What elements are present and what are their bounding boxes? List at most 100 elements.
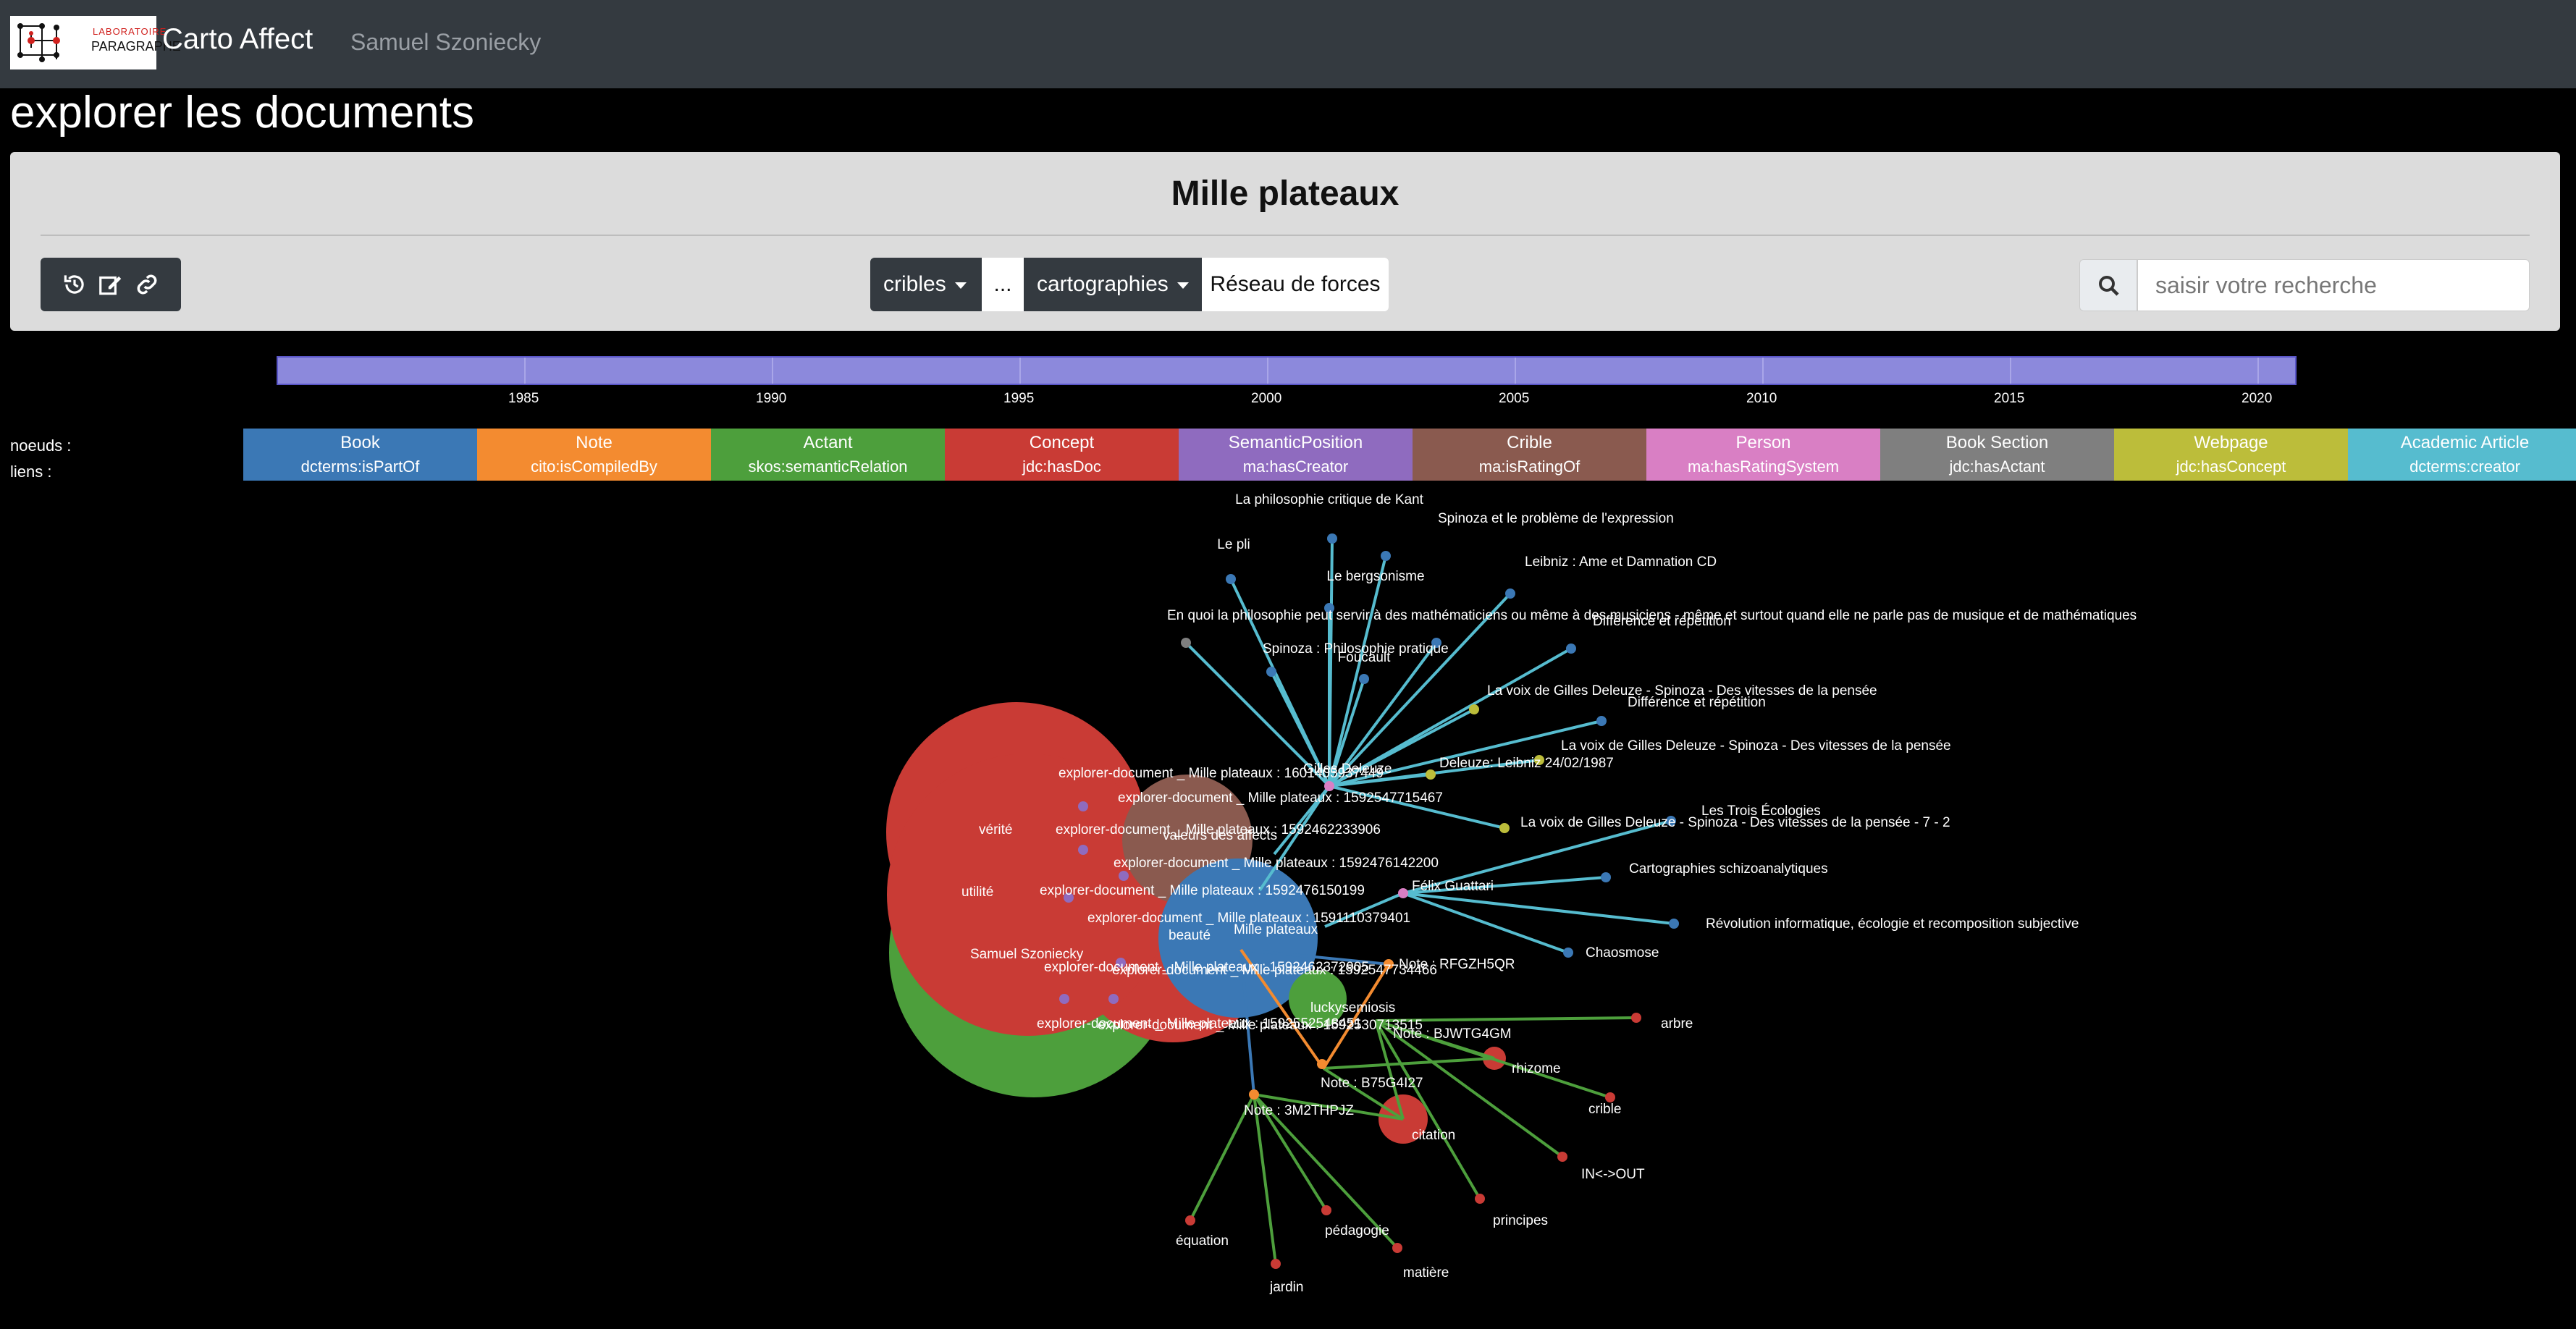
tick-line xyxy=(772,358,773,384)
legend-item[interactable]: SemanticPosition ma:hasCreator xyxy=(1179,429,1413,481)
graph-node[interactable] xyxy=(1605,1092,1615,1102)
timeline-tick-label: 1985 xyxy=(508,391,539,406)
legend-item[interactable]: Webpage jdc:hasConcept xyxy=(2114,429,2348,481)
graph-node[interactable] xyxy=(1631,1013,1641,1023)
graph-node-label: Foucault xyxy=(1338,650,1392,665)
edit-icon[interactable] xyxy=(97,271,125,298)
tick-line xyxy=(1019,358,1021,384)
graph-node[interactable] xyxy=(1499,823,1510,833)
search-input[interactable] xyxy=(2137,259,2530,311)
graph-node[interactable] xyxy=(1392,1243,1402,1253)
graph-node-label: beauté xyxy=(1169,928,1211,943)
graph-node-label: Note : 3M2THPJZ xyxy=(1244,1103,1354,1118)
legend-node-label: Person xyxy=(1735,433,1791,452)
graph-node[interactable] xyxy=(1359,674,1369,684)
graph-edge xyxy=(1323,1057,1495,1070)
graph-node[interactable] xyxy=(1601,872,1611,882)
logo[interactable]: LABORATOIRE PARAGRAPHE xyxy=(10,16,181,69)
graph-node[interactable] xyxy=(1557,1152,1567,1162)
graph-node-label: Les Trois Écologies xyxy=(1701,803,1821,819)
brand-name[interactable]: Carto Affect xyxy=(162,23,313,56)
graph-node-label: Deleuze: Leibniz 24/02/1987 xyxy=(1439,756,1614,771)
graph-edge xyxy=(1328,555,1387,787)
tick-line xyxy=(1762,358,1764,384)
cribles-dropdown[interactable]: cribles xyxy=(870,258,982,311)
graph-node[interactable] xyxy=(1321,1205,1331,1215)
graph-node[interactable] xyxy=(1469,704,1479,714)
graph-node-label: arbre xyxy=(1661,1016,1693,1031)
graph-node-label: La voix de Gilles Deleuze - Spinoza - De… xyxy=(1561,738,1951,754)
graph-node-label: Note : RFGZH5QR xyxy=(1399,957,1515,972)
timeline-brush[interactable] xyxy=(277,356,2297,385)
graph-node[interactable] xyxy=(1078,801,1088,811)
legend-link-label: dcterms:creator xyxy=(2409,457,2520,476)
legend-node-label: Crible xyxy=(1507,433,1552,452)
force-graph[interactable]: La philosophie critique de Kant Spinoza e… xyxy=(0,481,2576,1329)
graph-node-label: La philosophie critique de Kant xyxy=(1235,492,1424,507)
graph-node[interactable] xyxy=(1181,638,1191,648)
legend-item[interactable]: Crible ma:isRatingOf xyxy=(1413,429,1646,481)
graph-node[interactable] xyxy=(1317,1059,1327,1069)
graph-node-label: équation xyxy=(1176,1233,1229,1249)
graph-node[interactable] xyxy=(1398,888,1408,898)
graph-node[interactable] xyxy=(1078,845,1088,855)
graph-node-label: pédagogie xyxy=(1325,1223,1389,1239)
legend-link-label: ma:hasRatingSystem xyxy=(1687,457,1840,476)
caret-down-icon xyxy=(1177,282,1189,289)
graph-node-label: Révolution informatique, écologie et rec… xyxy=(1706,916,2079,932)
legend-link-label: cito:isCompiledBy xyxy=(531,457,657,476)
legend-item[interactable]: Note cito:isCompiledBy xyxy=(477,429,711,481)
graph-node-label: jardin xyxy=(1269,1280,1303,1295)
graph-node[interactable] xyxy=(1324,781,1334,791)
graph-node[interactable] xyxy=(1566,644,1576,654)
graph-node[interactable] xyxy=(1266,667,1276,677)
reseau-de-forces-button[interactable]: Réseau de forces xyxy=(1202,258,1389,311)
logo-text-top: LABORATOIRE xyxy=(93,26,167,37)
tick-line xyxy=(1267,358,1268,384)
toolbar-button-group xyxy=(41,258,181,311)
graph-node-label: Spinoza et le problème de l'expression xyxy=(1438,511,1674,526)
graph-node[interactable] xyxy=(1327,533,1337,544)
cartographies-label: cartographies xyxy=(1037,272,1169,296)
graph-node-label: citation xyxy=(1412,1128,1455,1143)
nav-user-link[interactable]: Samuel Szoniecky xyxy=(350,29,541,56)
history-icon[interactable] xyxy=(61,271,88,298)
graph-node-label: Mille plateaux xyxy=(1234,922,1318,937)
logo-graph-icon xyxy=(17,23,60,62)
timeline-tick-label: 2005 xyxy=(1499,391,1530,406)
graph-node[interactable] xyxy=(1505,588,1515,599)
graph-node[interactable] xyxy=(1596,716,1607,726)
legend-item[interactable]: Actant skos:semanticRelation xyxy=(711,429,945,481)
graph-node[interactable] xyxy=(1226,574,1236,584)
ellipsis-button[interactable]: ... xyxy=(982,258,1024,311)
graph-node-label: valeurs des affects xyxy=(1163,828,1277,843)
legend-item[interactable]: Book Section jdc:hasActant xyxy=(1880,429,2114,481)
link-icon[interactable] xyxy=(133,271,161,298)
graph-node-label: Note : BJWTG4GM xyxy=(1393,1026,1512,1042)
graph-node[interactable] xyxy=(1426,769,1436,780)
divider xyxy=(41,235,2530,236)
graph-node[interactable] xyxy=(1475,1194,1485,1204)
graph-node[interactable] xyxy=(1119,871,1129,881)
document-card: Mille plateaux cribles ... cartographies… xyxy=(10,152,2560,331)
graph-node-label: Note : B75G4I27 xyxy=(1321,1076,1423,1091)
graph-node[interactable] xyxy=(1271,1259,1281,1269)
graph-node[interactable] xyxy=(1563,948,1573,958)
graph-node[interactable] xyxy=(1108,994,1119,1004)
legend-item[interactable]: Academic Article dcterms:creator xyxy=(2348,429,2576,481)
legend-item[interactable]: Concept jdc:hasDoc xyxy=(945,429,1179,481)
navbar: LABORATOIRE PARAGRAPHE Carto Affect Samu… xyxy=(0,0,2576,88)
graph-node[interactable] xyxy=(1059,994,1069,1004)
graph-node[interactable] xyxy=(1185,1215,1195,1225)
graph-node-label: crible xyxy=(1588,1102,1621,1117)
graph-node[interactable] xyxy=(1249,1089,1259,1100)
legend-item[interactable]: Person ma:hasRatingSystem xyxy=(1646,429,1880,481)
search-button[interactable] xyxy=(2079,259,2137,311)
legend-item[interactable]: Book dcterms:isPartOf xyxy=(243,429,477,481)
graph-node-label: vérité xyxy=(979,822,1012,838)
legend-node-label: Actant xyxy=(803,433,853,452)
graph-node[interactable] xyxy=(1381,551,1391,561)
graph-node[interactable] xyxy=(1669,919,1679,929)
cartographies-dropdown[interactable]: cartographies xyxy=(1024,258,1202,311)
search-icon xyxy=(2099,276,2119,296)
